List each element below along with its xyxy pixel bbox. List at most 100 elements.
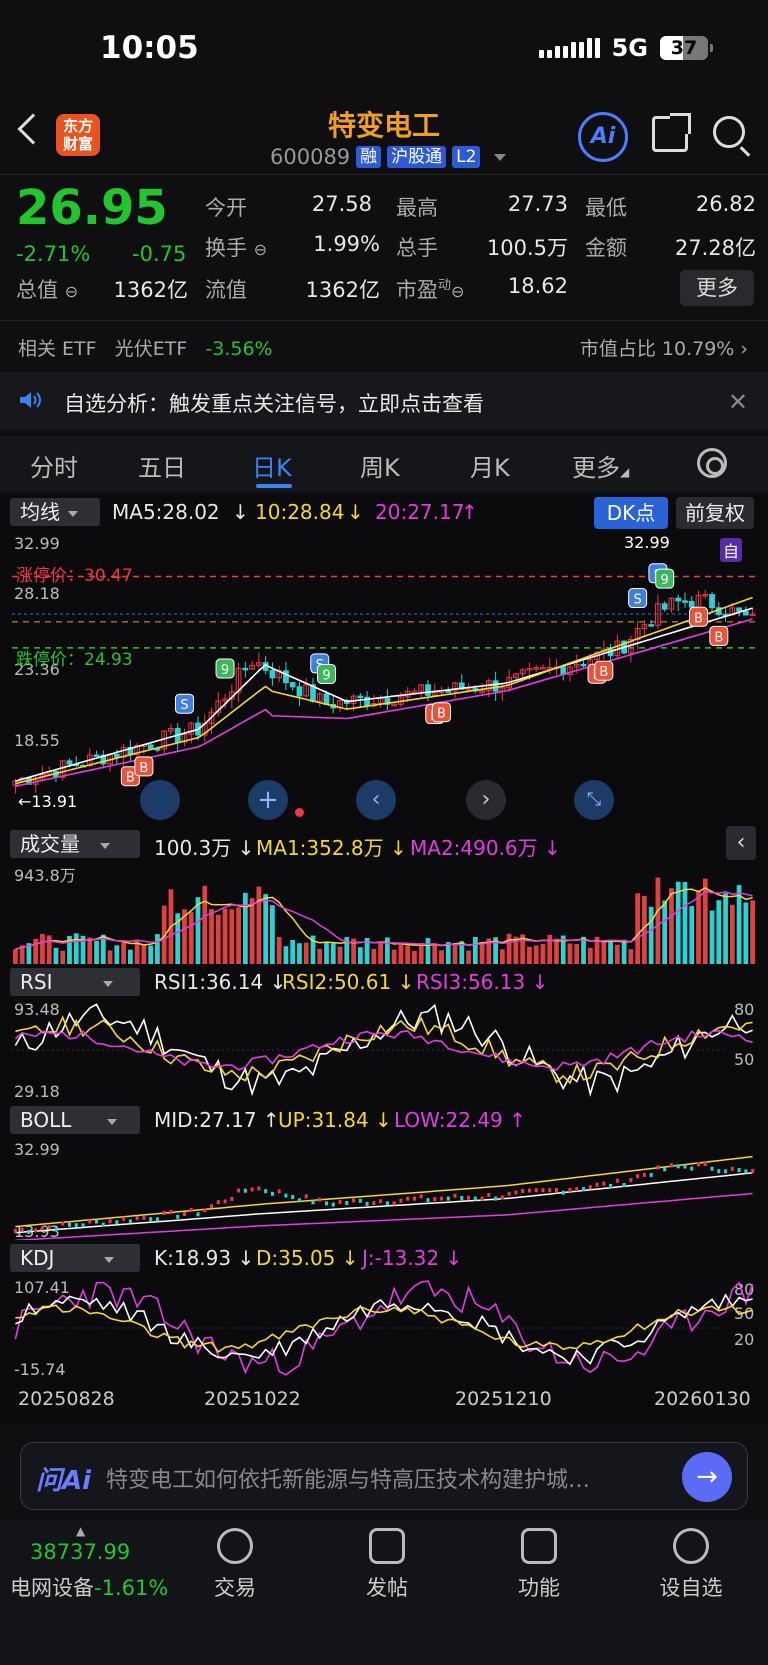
pe-label[interactable]: 市盈动⊖ bbox=[396, 274, 464, 304]
tab-intraday[interactable]: 分时 bbox=[30, 448, 78, 483]
indicator-selector-boll[interactable]: BOLL bbox=[10, 1106, 140, 1134]
boll-candle bbox=[264, 1189, 268, 1194]
arrow-right-icon[interactable]: → bbox=[682, 1452, 732, 1502]
change-percent: -2.71% bbox=[16, 242, 91, 266]
market-share-link[interactable]: 市值占比 10.79% › bbox=[580, 334, 748, 361]
ai-button[interactable]: Ai bbox=[578, 112, 628, 162]
pe-value: 18.62 bbox=[507, 274, 568, 298]
boll-candle bbox=[162, 1210, 166, 1215]
signal-badge-label: 9 bbox=[661, 573, 669, 588]
nav-post[interactable]: 发帖 bbox=[332, 1528, 442, 1602]
dk-point-button[interactable]: DK点 bbox=[594, 497, 668, 529]
nav-functions[interactable]: 功能 bbox=[484, 1528, 594, 1602]
open-value: 27.58 bbox=[311, 192, 372, 216]
turnover-value: 1.99% bbox=[313, 232, 380, 256]
volume-ma1-legend: MA1:352.8万 ↓ bbox=[256, 836, 407, 860]
volume-bar bbox=[499, 949, 505, 964]
tab-five-day[interactable]: 五日 bbox=[138, 448, 186, 483]
boll-candle bbox=[439, 1196, 443, 1201]
custom-tag: 自 bbox=[720, 538, 743, 562]
volume-bar bbox=[324, 942, 329, 964]
chevron-right-icon[interactable]: › bbox=[466, 780, 506, 820]
boll-candle bbox=[669, 1163, 673, 1168]
boll-candle bbox=[392, 1201, 396, 1206]
boll-candle bbox=[122, 1216, 126, 1221]
float-label: 流值 bbox=[205, 278, 247, 302]
volume-bar bbox=[40, 933, 45, 964]
indicator-selector-volume[interactable]: 成交量 bbox=[10, 830, 140, 858]
boll-candle bbox=[446, 1196, 450, 1201]
boll-chart[interactable] bbox=[12, 1140, 756, 1240]
boll-candle bbox=[74, 1223, 78, 1228]
boll-candle bbox=[108, 1219, 112, 1224]
volume-bar bbox=[716, 900, 722, 964]
nav-add-watchlist[interactable]: 设自选 bbox=[636, 1528, 746, 1602]
candle bbox=[357, 695, 364, 699]
boll-candle bbox=[724, 1169, 728, 1174]
collapse-panel-icon[interactable]: ‹ bbox=[726, 826, 756, 860]
volume-bar bbox=[46, 935, 52, 964]
volume-bar bbox=[94, 940, 99, 964]
boll-candle bbox=[602, 1181, 606, 1186]
boll-candle bbox=[575, 1187, 579, 1192]
tag-level2: L2 bbox=[452, 146, 481, 168]
volume-bar bbox=[53, 947, 59, 964]
volume-bar bbox=[614, 944, 620, 964]
y-label-2: 28.18 bbox=[14, 584, 60, 603]
signal-badge-label: B bbox=[714, 630, 723, 645]
boll-candle bbox=[47, 1225, 51, 1230]
boll-candle bbox=[331, 1202, 335, 1207]
volume-bar bbox=[574, 944, 580, 964]
speaker-icon bbox=[20, 392, 41, 408]
etf-row[interactable]: 相关 ETF 光伏ETF -3.56% bbox=[18, 334, 273, 361]
tab-daily-k[interactable]: 日K bbox=[252, 448, 292, 483]
candle bbox=[147, 744, 154, 750]
notice-text: 自选分析：触发重点关注信号，立即点击查看 bbox=[64, 392, 484, 416]
volume-bar bbox=[148, 945, 154, 964]
boll-candle bbox=[527, 1188, 531, 1193]
gear-icon[interactable] bbox=[697, 448, 727, 478]
boll-candle bbox=[467, 1195, 471, 1200]
boll-candle bbox=[534, 1188, 538, 1193]
low-label: 最低 bbox=[585, 196, 627, 220]
candle bbox=[709, 594, 715, 609]
ai-question-text[interactable]: 特变电工如何依托新能源与特高压技术构建护城… bbox=[106, 1462, 666, 1494]
search-icon[interactable] bbox=[713, 116, 745, 148]
stock-code-line[interactable]: 600089 融 沪股通 L2 bbox=[270, 145, 507, 169]
ma10-arrow: ↓ bbox=[347, 500, 364, 524]
zoom-in-button[interactable]: + bbox=[248, 780, 288, 820]
boll-candle bbox=[412, 1196, 416, 1201]
volume-bar bbox=[750, 900, 755, 964]
tab-monthly-k[interactable]: 月K bbox=[470, 448, 510, 483]
signal-badge-label: B bbox=[599, 665, 608, 680]
volume-bar bbox=[236, 907, 241, 964]
candle bbox=[93, 754, 100, 757]
index-name[interactable]: 电网设备-1.61% bbox=[10, 1572, 168, 1602]
indicator-selector-rsi[interactable]: RSI bbox=[10, 968, 140, 996]
more-button[interactable]: 更多 bbox=[680, 270, 754, 306]
mktcap-label[interactable]: 总值 ⊖ bbox=[16, 274, 78, 304]
volume-chart[interactable] bbox=[12, 862, 756, 964]
rsi3-legend: RSI3:56.13 ↓ bbox=[416, 970, 549, 994]
edit-icon bbox=[369, 1528, 405, 1564]
zoom-out-button[interactable] bbox=[140, 780, 180, 820]
tab-more[interactable]: 更多◢ bbox=[572, 448, 629, 483]
index-value[interactable]: 38737.99 bbox=[30, 1540, 130, 1564]
chevron-left-icon[interactable]: ‹ bbox=[356, 780, 396, 820]
chevron-down-icon bbox=[494, 153, 507, 161]
turnover-label[interactable]: 换手 ⊖ bbox=[205, 232, 267, 262]
volume-value: 100.5万 bbox=[486, 236, 568, 260]
boll-candle bbox=[196, 1212, 200, 1217]
rsi-chart[interactable] bbox=[12, 1000, 756, 1100]
share-icon[interactable] bbox=[652, 113, 691, 152]
kdj-chart[interactable] bbox=[12, 1278, 756, 1378]
tab-weekly-k[interactable]: 周K bbox=[360, 448, 400, 483]
indicator-selector-ma[interactable]: 均线 bbox=[10, 498, 100, 526]
indicator-selector-kdj[interactable]: KDJ bbox=[10, 1244, 140, 1272]
fullscreen-icon[interactable]: ⤡ bbox=[574, 780, 614, 820]
close-icon[interactable]: ✕ bbox=[728, 388, 748, 416]
nav-trade[interactable]: 交易 bbox=[180, 1528, 290, 1602]
boll-candle bbox=[379, 1199, 383, 1204]
change-amount: -0.75 bbox=[132, 242, 187, 266]
adjust-button[interactable]: 前复权 bbox=[676, 497, 754, 529]
